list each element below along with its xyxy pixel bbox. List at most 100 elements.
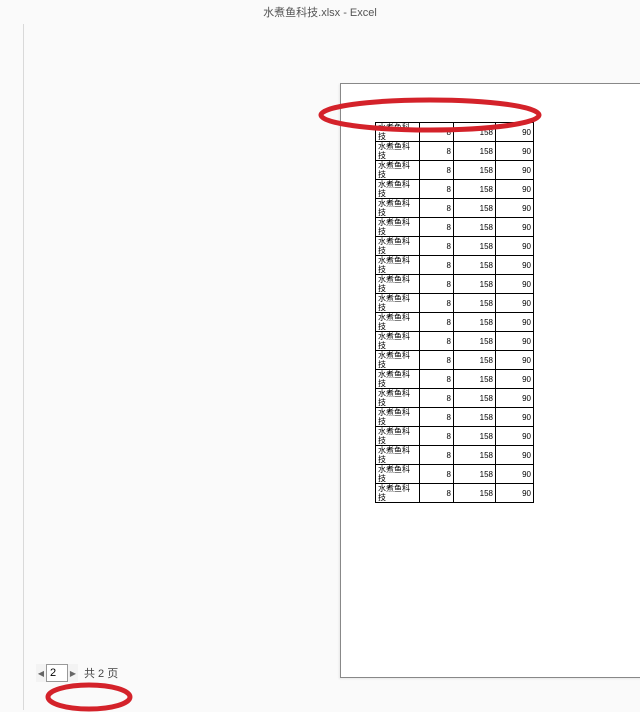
table-cell: 90 (496, 123, 534, 142)
current-page-input[interactable] (46, 664, 68, 682)
table-cell: 90 (496, 370, 534, 389)
table-cell: 90 (496, 332, 534, 351)
table-cell: 水煮鱼科技 (376, 370, 420, 389)
table-cell: 水煮鱼科技 (376, 294, 420, 313)
table-cell: 8 (420, 465, 454, 484)
table-cell: 水煮鱼科技 (376, 142, 420, 161)
table-cell: 158 (454, 313, 496, 332)
table-row: 水煮鱼科技815890 (376, 275, 534, 294)
table-cell: 8 (420, 408, 454, 427)
table-cell: 水煮鱼科技 (376, 123, 420, 142)
table-cell: 8 (420, 351, 454, 370)
table-row: 水煮鱼科技815890 (376, 161, 534, 180)
table-cell: 90 (496, 237, 534, 256)
next-page-button[interactable]: ▶ (68, 664, 78, 682)
table-cell: 158 (454, 389, 496, 408)
table-cell: 158 (454, 351, 496, 370)
page-navigator: ◀ ▶ 共 2 页 (36, 664, 118, 682)
table-row: 水煮鱼科技815890 (376, 370, 534, 389)
table-cell: 90 (496, 408, 534, 427)
table-row: 水煮鱼科技815890 (376, 142, 534, 161)
table-cell: 90 (496, 199, 534, 218)
table-cell: 90 (496, 180, 534, 199)
table-row: 水煮鱼科技815890 (376, 180, 534, 199)
table-cell: 水煮鱼科技 (376, 199, 420, 218)
table-row: 水煮鱼科技815890 (376, 484, 534, 503)
table-cell: 水煮鱼科技 (376, 256, 420, 275)
table-cell: 水煮鱼科技 (376, 237, 420, 256)
table-cell: 8 (420, 256, 454, 275)
table-row: 水煮鱼科技815890 (376, 237, 534, 256)
table-cell: 水煮鱼科技 (376, 332, 420, 351)
table-cell: 8 (420, 332, 454, 351)
table-cell: 158 (454, 237, 496, 256)
table-cell: 水煮鱼科技 (376, 446, 420, 465)
table-cell: 158 (454, 408, 496, 427)
chevron-left-icon: ◀ (38, 669, 44, 678)
table-cell: 8 (420, 123, 454, 142)
table-cell: 8 (420, 180, 454, 199)
table-cell: 90 (496, 389, 534, 408)
table-row: 水煮鱼科技815890 (376, 332, 534, 351)
print-preview-area[interactable]: 水煮鱼科技815890水煮鱼科技815890水煮鱼科技815890水煮鱼科技81… (24, 24, 640, 710)
table-cell: 8 (420, 275, 454, 294)
table-cell: 水煮鱼科技 (376, 389, 420, 408)
table-cell: 水煮鱼科技 (376, 484, 420, 503)
table-cell: 158 (454, 199, 496, 218)
table-cell: 158 (454, 465, 496, 484)
table-cell: 8 (420, 484, 454, 503)
table-cell: 90 (496, 161, 534, 180)
table-cell: 8 (420, 389, 454, 408)
table-cell: 8 (420, 294, 454, 313)
table-cell: 水煮鱼科技 (376, 427, 420, 446)
table-cell: 90 (496, 484, 534, 503)
table-cell: 水煮鱼科技 (376, 351, 420, 370)
table-cell: 90 (496, 446, 534, 465)
table-cell: 158 (454, 256, 496, 275)
table-row: 水煮鱼科技815890 (376, 446, 534, 465)
table-cell: 90 (496, 142, 534, 161)
table-cell: 8 (420, 218, 454, 237)
preview-page: 水煮鱼科技815890水煮鱼科技815890水煮鱼科技815890水煮鱼科技81… (340, 83, 640, 678)
table-cell: 158 (454, 180, 496, 199)
table-row: 水煮鱼科技815890 (376, 427, 534, 446)
title-bar: 水煮鱼科技.xlsx - Excel (0, 0, 640, 24)
table-cell: 水煮鱼科技 (376, 408, 420, 427)
table-row: 水煮鱼科技815890 (376, 313, 534, 332)
table-cell: 90 (496, 275, 534, 294)
table-cell: 8 (420, 199, 454, 218)
table-cell: 8 (420, 427, 454, 446)
table-cell: 8 (420, 370, 454, 389)
table-cell: 90 (496, 294, 534, 313)
table-cell: 90 (496, 218, 534, 237)
table-cell: 158 (454, 275, 496, 294)
table-cell: 8 (420, 161, 454, 180)
table-cell: 158 (454, 294, 496, 313)
table-cell: 90 (496, 465, 534, 484)
table-cell: 8 (420, 313, 454, 332)
table-cell: 水煮鱼科技 (376, 218, 420, 237)
prev-page-button[interactable]: ◀ (36, 664, 46, 682)
table-cell: 90 (496, 351, 534, 370)
total-pages-label: 共 2 页 (84, 665, 118, 681)
table-cell: 158 (454, 142, 496, 161)
chevron-right-icon: ▶ (70, 669, 76, 678)
table-cell: 158 (454, 332, 496, 351)
table-row: 水煮鱼科技815890 (376, 294, 534, 313)
table-cell: 158 (454, 484, 496, 503)
sheet-table: 水煮鱼科技815890水煮鱼科技815890水煮鱼科技815890水煮鱼科技81… (375, 122, 534, 503)
table-cell: 8 (420, 142, 454, 161)
table-row: 水煮鱼科技815890 (376, 123, 534, 142)
window-title: 水煮鱼科技.xlsx - Excel (263, 4, 377, 20)
left-rail (0, 24, 24, 710)
table-row: 水煮鱼科技815890 (376, 408, 534, 427)
table-cell: 90 (496, 427, 534, 446)
table-cell: 158 (454, 123, 496, 142)
table-row: 水煮鱼科技815890 (376, 199, 534, 218)
table-row: 水煮鱼科技815890 (376, 256, 534, 275)
table-cell: 158 (454, 427, 496, 446)
table-cell: 8 (420, 237, 454, 256)
table-row: 水煮鱼科技815890 (376, 465, 534, 484)
table-cell: 8 (420, 446, 454, 465)
table-cell: 90 (496, 256, 534, 275)
